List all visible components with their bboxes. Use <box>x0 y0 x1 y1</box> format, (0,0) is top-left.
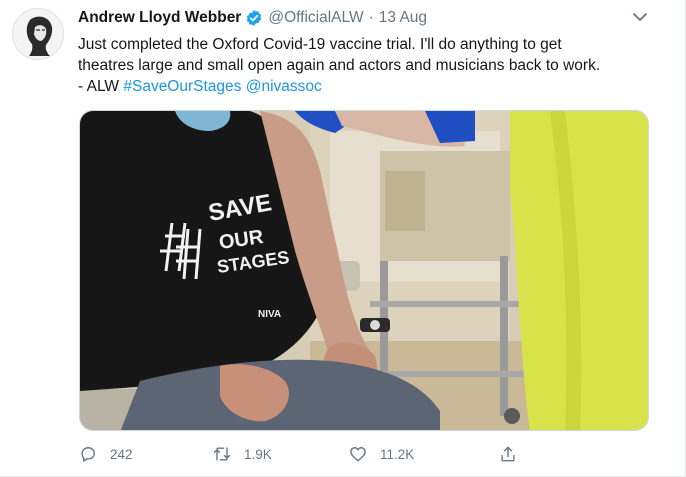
mention-link[interactable]: @nivassoc <box>246 78 322 95</box>
retweet-button[interactable]: 1.9K <box>212 442 272 466</box>
tweet-text: Just completed the Oxford Covid-19 vacci… <box>78 34 668 97</box>
like-count: 11.2K <box>380 446 415 462</box>
separator-dot: · <box>368 9 374 26</box>
tweet[interactable]: Andrew Lloyd Webber @OfficialALW · 13 Au… <box>0 0 686 477</box>
author-handle[interactable]: @OfficialALW <box>268 9 363 27</box>
retweet-icon <box>213 447 231 461</box>
shirt-brand-text: NIVA <box>258 309 281 320</box>
avatar[interactable] <box>12 8 64 60</box>
tweet-photo[interactable]: SAVE OUR STAGES NIVA <box>79 110 649 431</box>
reply-icon <box>81 447 95 462</box>
tweet-date[interactable]: 13 Aug <box>379 9 427 27</box>
retweet-count: 1.9K <box>244 446 272 462</box>
share-button[interactable] <box>498 442 518 466</box>
signature-text: - ALW <box>78 78 124 95</box>
verified-badge-icon <box>245 9 263 27</box>
like-button[interactable]: 11.2K <box>348 442 414 466</box>
reply-button[interactable]: 242 <box>78 442 133 466</box>
tweet-text-line: - ALW #SaveOurStages @nivassoc <box>78 76 668 97</box>
reply-count: 242 <box>110 446 133 462</box>
author-name[interactable]: Andrew Lloyd Webber <box>78 9 241 27</box>
tweet-text-line: theatres large and small open again and … <box>78 57 601 74</box>
hashtag-link[interactable]: #SaveOurStages <box>123 78 241 95</box>
tweet-actions: 242 1.9K 11.2K <box>78 442 528 466</box>
tweet-text-line: Just completed the Oxford Covid-19 vacci… <box>78 36 562 53</box>
tweet-header: Andrew Lloyd Webber @OfficialALW · 13 Au… <box>78 9 427 27</box>
share-icon <box>501 446 515 462</box>
chevron-down-icon[interactable] <box>630 10 650 26</box>
heart-icon <box>350 447 366 462</box>
